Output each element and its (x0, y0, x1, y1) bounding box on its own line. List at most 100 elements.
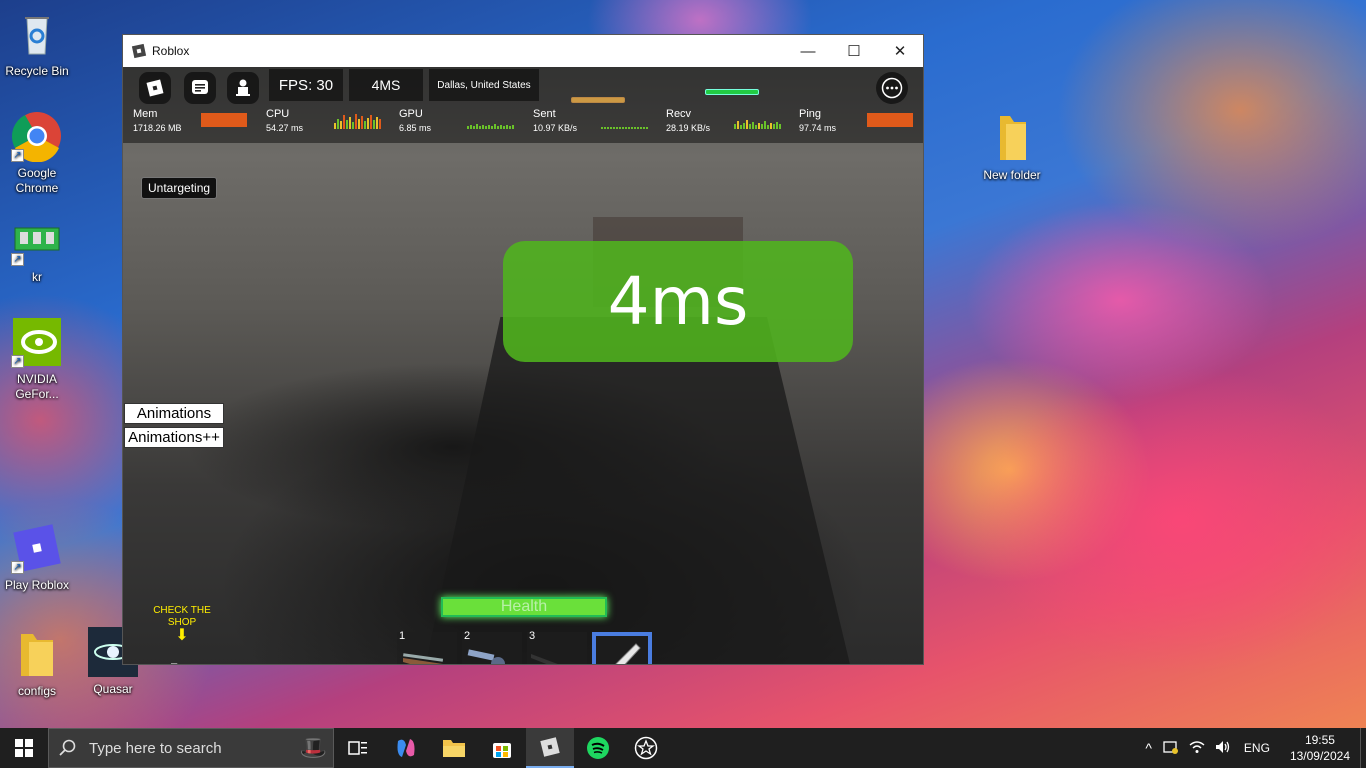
desktop-icon-kr[interactable]: ↗ kr (0, 214, 74, 285)
search-box[interactable]: Type here to search 🎩 (48, 728, 334, 768)
cart-icon (171, 663, 178, 664)
recv-graph (734, 113, 781, 129)
check-shop-text: CHECK THE SHOP (153, 605, 211, 628)
slot-number: 1 (399, 630, 406, 642)
search-icon (59, 739, 76, 756)
health-bar: Health (441, 597, 607, 617)
microsoft-store-button[interactable] (478, 728, 526, 768)
language-indicator[interactable]: ENG (1236, 741, 1278, 755)
copilot-button[interactable] (382, 728, 430, 768)
desktop-icon-recycle-bin[interactable]: Recycle Bin (0, 8, 74, 79)
hotbar-slot-4[interactable] (592, 632, 652, 664)
window-titlebar[interactable]: Roblox — ☐ ✕ (123, 35, 923, 67)
starred-app-button[interactable] (622, 728, 670, 768)
search-highlight-icon: 🎩 (299, 735, 327, 760)
file-explorer-button[interactable] (430, 728, 478, 768)
cpu-graph (334, 113, 381, 129)
shortcut-arrow-icon: ↗ (11, 149, 24, 162)
stat-mem: Mem 1718.26 MB (133, 108, 182, 133)
memory-chip-icon: ↗ (11, 214, 63, 266)
maximize-button[interactable]: ☐ (831, 35, 877, 67)
stat-label: Sent (533, 108, 556, 120)
desktop-icon-chrome[interactable]: ↗ Google Chrome (0, 110, 74, 196)
task-view-button[interactable] (334, 728, 382, 768)
stat-value: 10.97 KB/s (533, 123, 578, 133)
stat-sent: Sent 10.97 KB/s (533, 108, 577, 133)
desktop-icon-new-folder[interactable]: New folder (975, 112, 1049, 183)
stat-value: 6.85 ms (399, 123, 432, 133)
roblox-logo-icon (146, 79, 164, 97)
stat-ping: Ping 97.74 ms (799, 108, 836, 133)
start-button[interactable] (0, 728, 48, 768)
untargeting-label[interactable]: Untargeting (141, 177, 218, 199)
stat-cpu: CPU 54.27 ms (266, 108, 303, 133)
more-options-button[interactable] (876, 72, 908, 104)
clock[interactable]: 19:55 13/09/2024 (1278, 732, 1360, 764)
shortcut-arrow-icon: ↗ (11, 253, 24, 266)
roblox-menu-button[interactable] (139, 72, 171, 104)
stat-label: Mem (133, 108, 158, 120)
windows-logo-icon (15, 739, 33, 757)
stat-label: CPU (266, 108, 290, 120)
chevron-up-icon[interactable]: ^ (1139, 740, 1158, 756)
stat-value: 28.19 KB/s (666, 123, 711, 133)
minimize-button[interactable]: — (785, 35, 831, 67)
wifi-icon[interactable] (1184, 740, 1210, 757)
stat-label: Ping (799, 108, 822, 120)
roblox-taskbar-button[interactable] (526, 728, 574, 768)
folder-icon (443, 740, 465, 757)
search-placeholder: Type here to search (89, 739, 222, 757)
show-desktop-button[interactable] (1360, 728, 1366, 768)
desktop-icon-nvidia[interactable]: ↗ NVIDIA GeFor... (0, 316, 74, 402)
desktop-icon-label: configs (17, 684, 57, 698)
sent-graph (601, 113, 648, 129)
desktop-icon-label: Quasar (93, 682, 133, 696)
ping-graph (867, 113, 913, 127)
nvidia-icon: ↗ (11, 316, 63, 368)
ms-counter: 4MS (349, 69, 423, 101)
animations-plus-button[interactable]: Animations++ (124, 427, 224, 448)
stat-recv: Recv 28.19 KB/s (666, 108, 710, 133)
clock-time: 19:55 (1304, 733, 1335, 747)
folder-icon (986, 112, 1038, 164)
chrome-icon: ↗ (11, 110, 63, 163)
desktop-icon-play-roblox[interactable]: ↗ Play Roblox (0, 522, 74, 593)
ping-display: 4ms (503, 241, 853, 362)
stat-label: GPU (399, 108, 423, 120)
avatar-button[interactable] (227, 72, 259, 104)
settings-button[interactable] (139, 661, 167, 664)
folder-icon (11, 628, 63, 680)
roblox-window: Roblox — ☐ ✕ FPS: 30 4MS Dallas, United … (122, 34, 924, 665)
hotbar-slot-2[interactable]: 2 (462, 630, 522, 664)
game-viewport[interactable]: FPS: 30 4MS Dallas, United States Mem 171… (123, 67, 923, 664)
check-shop-label: CHECK THE SHOP ⬇ (143, 605, 221, 644)
taskbar: Type here to search 🎩 ^ ENG 19:55 13/09/… (0, 728, 1366, 768)
spotify-icon (587, 737, 609, 759)
chat-button[interactable] (184, 72, 216, 104)
desktop-icon-configs[interactable]: configs (0, 628, 74, 699)
shotgun-icon (403, 653, 444, 664)
device-icon[interactable] (1158, 739, 1184, 758)
server-location: Dallas, United States (429, 69, 539, 101)
clock-date: 13/09/2024 (1289, 749, 1350, 763)
store-icon (493, 743, 511, 758)
rifle-icon (531, 654, 558, 664)
hotbar-slot-3[interactable]: 3 (527, 630, 587, 664)
stat-value: 97.74 ms (799, 123, 837, 133)
star-icon (634, 736, 658, 760)
close-button[interactable]: ✕ (877, 35, 923, 67)
shop-button[interactable] (169, 661, 197, 664)
desktop-icon-label: Recycle Bin (5, 64, 69, 78)
volume-icon[interactable] (1210, 740, 1236, 757)
slot-number: 2 (464, 630, 471, 642)
desktop-icon-label: kr (32, 270, 42, 284)
spotify-button[interactable] (574, 728, 622, 768)
mem-graph (201, 113, 247, 127)
animations-button[interactable]: Animations (124, 403, 224, 424)
hotbar-slot-1[interactable]: 1 (397, 630, 457, 664)
copilot-icon (397, 739, 415, 757)
down-arrow-icon: ⬇ (175, 627, 189, 644)
roblox-app-icon (131, 43, 147, 59)
avatar-icon (236, 79, 250, 96)
more-icon (881, 77, 903, 99)
